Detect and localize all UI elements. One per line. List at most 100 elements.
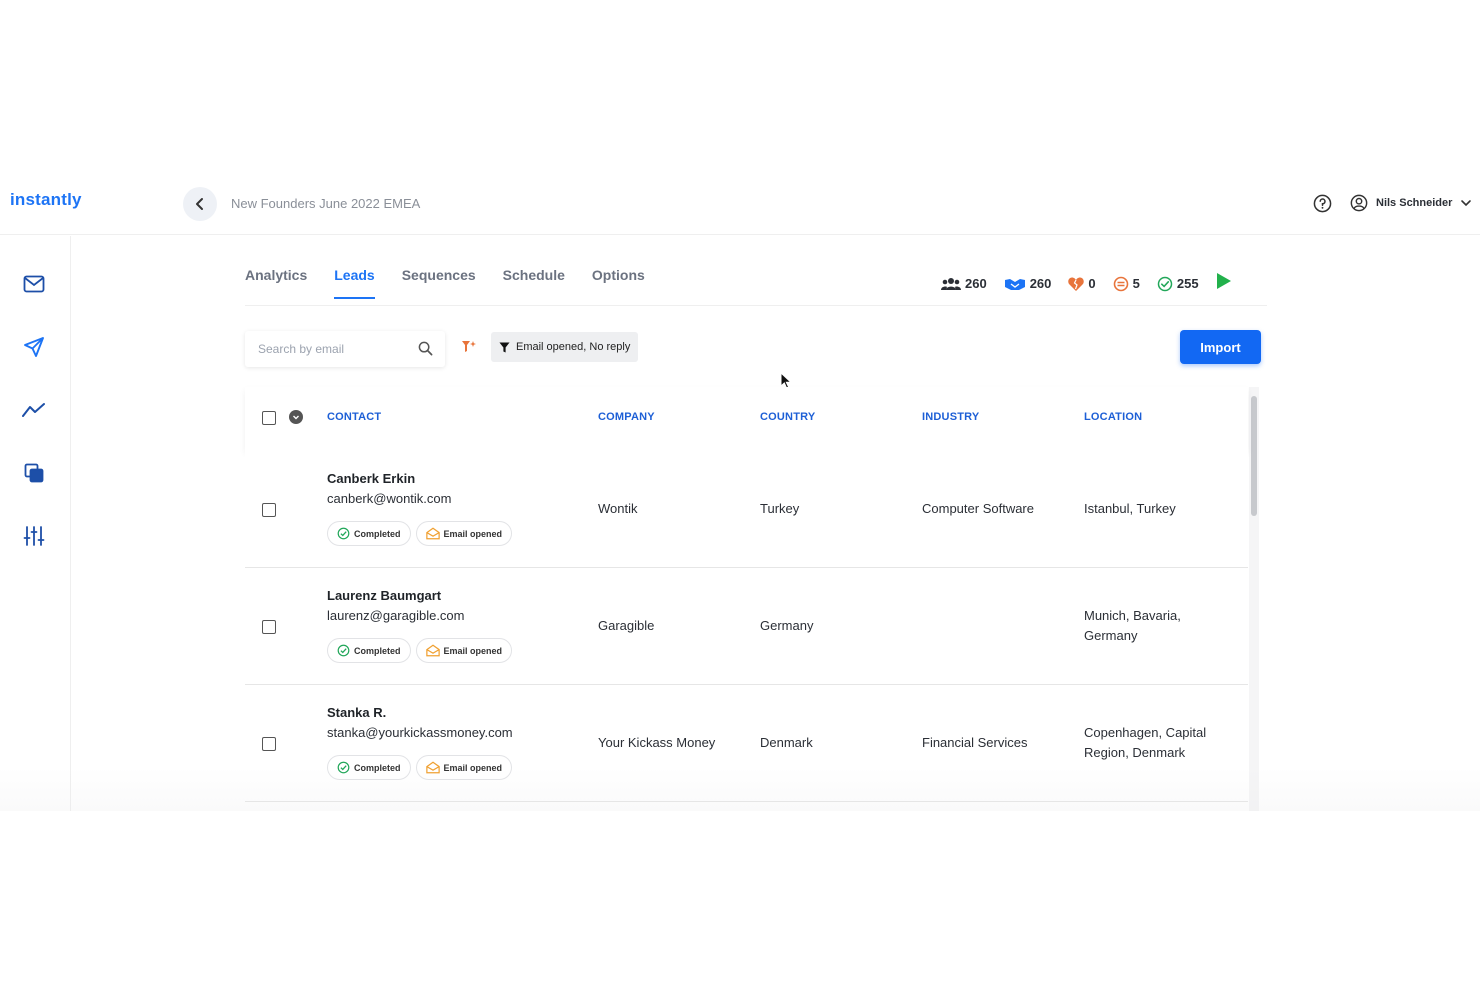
filter-label: Email opened, No reply xyxy=(516,341,631,353)
table-header: CONTACT COMPANY COUNTRY INDUSTRY LOCATIO… xyxy=(245,387,1248,451)
user-name: Nils Schneider xyxy=(1376,197,1453,209)
status-badge-completed: Completed xyxy=(327,638,411,663)
table-scrollbar-thumb[interactable] xyxy=(1251,396,1257,516)
check-circle-icon xyxy=(1157,276,1173,291)
import-button[interactable]: Import xyxy=(1180,330,1261,364)
users-icon xyxy=(941,277,961,290)
lead-industry: Computer Software xyxy=(922,501,1034,516)
tab-options[interactable]: Options xyxy=(592,267,645,299)
lead-email: laurenz@garagible.com xyxy=(327,608,465,623)
tab-schedule[interactable]: Schedule xyxy=(503,267,565,299)
tab-sequences[interactable]: Sequences xyxy=(402,267,476,299)
envelope-open-icon xyxy=(425,761,440,774)
row-checkbox[interactable] xyxy=(262,503,276,517)
screen: instantly New Founders June 2022 EMEA Ni… xyxy=(0,0,1480,987)
status-badge-email-opened: Email opened xyxy=(415,755,513,780)
column-header-industry[interactable]: INDUSTRY xyxy=(922,411,979,423)
column-header-company[interactable]: COMPANY xyxy=(598,411,655,423)
search-input[interactable] xyxy=(258,342,408,356)
tab-analytics[interactable]: Analytics xyxy=(245,267,307,299)
lead-country: Denmark xyxy=(760,735,813,750)
top-bar: instantly New Founders June 2022 EMEA Ni… xyxy=(0,168,1480,235)
lead-industry: Financial Services xyxy=(922,735,1028,750)
lead-name: Canberk Erkin xyxy=(327,471,416,486)
check-circle-icon xyxy=(337,644,350,657)
stat-unsubscribed: 0 xyxy=(1068,276,1096,291)
help-icon[interactable] xyxy=(1313,194,1332,218)
filter-icon xyxy=(499,341,510,353)
handshake-icon xyxy=(1004,278,1025,290)
stat-contacted: 260 xyxy=(1004,276,1051,291)
lead-email: canberk@wontik.com xyxy=(327,491,452,506)
back-button[interactable] xyxy=(183,187,217,221)
sliders-icon xyxy=(23,526,45,546)
lead-location: Munich, Bavaria, Germany xyxy=(1084,608,1181,643)
sparkle-filter-icon xyxy=(462,341,476,352)
active-filter-chip[interactable]: Email opened, No reply xyxy=(491,332,639,362)
check-circle-icon xyxy=(337,761,350,774)
lead-company: Garagible xyxy=(598,618,655,633)
copy-icon xyxy=(24,463,44,483)
row-checkbox[interactable] xyxy=(262,737,276,751)
table-row[interactable]: Canberk Erkin canberk@wontik.com Complet… xyxy=(245,451,1248,568)
envelope-open-icon xyxy=(425,527,440,540)
lead-name: Laurenz Baumgart xyxy=(327,588,442,603)
status-badge-completed: Completed xyxy=(327,521,411,546)
status-badge-email-opened: Email opened xyxy=(415,638,513,663)
campaign-stats: 260 260 0 5 255 xyxy=(941,272,1232,295)
stat-bounced: 5 xyxy=(1113,276,1140,292)
table-row[interactable]: Laurenz Baumgart laurenz@garagible.com C… xyxy=(245,568,1248,685)
stat-completed: 255 xyxy=(1157,276,1199,292)
bounce-icon xyxy=(1113,276,1128,291)
play-icon xyxy=(1216,273,1231,289)
stat-leads: 260 xyxy=(941,276,987,291)
app-window: instantly New Founders June 2022 EMEA Ni… xyxy=(0,168,1480,811)
check-circle-icon xyxy=(337,527,350,540)
analytics-icon xyxy=(22,403,45,417)
leads-table: CONTACT COMPANY COUNTRY INDUSTRY LOCATIO… xyxy=(245,387,1248,802)
status-badge-email-opened: Email opened xyxy=(415,521,513,546)
lead-company: Wontik xyxy=(598,501,638,516)
send-icon xyxy=(24,337,44,357)
search-icon[interactable] xyxy=(418,341,433,356)
lead-status-badges: Completed Email opened xyxy=(327,755,513,780)
status-badge-completed: Completed xyxy=(327,755,411,780)
lead-country: Turkey xyxy=(760,501,800,516)
sidebar-item-settings[interactable] xyxy=(22,524,46,548)
campaign-tabs: Analytics Leads Sequences Schedule Optio… xyxy=(245,267,672,299)
search-box xyxy=(245,331,445,367)
lead-location: Copenhagen, Capital Region, Denmark xyxy=(1084,725,1207,760)
sidebar-item-templates[interactable] xyxy=(22,461,46,485)
column-header-location[interactable]: LOCATION xyxy=(1084,411,1142,423)
envelope-open-icon xyxy=(425,644,440,657)
mail-icon xyxy=(23,275,45,293)
sidebar-item-analytics[interactable] xyxy=(22,398,46,422)
bulk-actions-toggle[interactable] xyxy=(289,410,303,424)
ai-filter-button[interactable] xyxy=(461,339,477,360)
app-logo[interactable]: instantly xyxy=(10,190,82,210)
broken-heart-icon xyxy=(1068,277,1085,291)
lead-country: Germany xyxy=(760,618,814,633)
user-menu[interactable]: Nils Schneider xyxy=(1350,194,1472,212)
select-all-checkbox[interactable] xyxy=(262,411,276,425)
column-header-country[interactable]: COUNTRY xyxy=(760,411,815,423)
user-avatar-icon xyxy=(1350,194,1368,212)
lead-status-badges: Completed Email opened xyxy=(327,638,513,663)
lead-company: Your Kickass Money xyxy=(598,735,716,750)
lead-name: Stanka R. xyxy=(327,705,387,720)
sidebar xyxy=(0,236,71,811)
breadcrumb: New Founders June 2022 EMEA xyxy=(231,196,421,211)
chevron-down-icon xyxy=(293,415,299,420)
start-campaign-button[interactable] xyxy=(1216,272,1232,295)
row-checkbox[interactable] xyxy=(262,620,276,634)
sidebar-item-mail[interactable] xyxy=(22,272,46,296)
tab-leads[interactable]: Leads xyxy=(334,267,375,299)
lead-email: stanka@yourkickassmoney.com xyxy=(327,725,513,740)
table-row[interactable]: Stanka R. stanka@yourkickassmoney.com Co… xyxy=(245,685,1248,802)
lead-location: Istanbul, Turkey xyxy=(1084,501,1176,516)
chevron-down-icon xyxy=(1461,200,1472,207)
tabs-divider xyxy=(245,305,1267,306)
sidebar-item-campaigns[interactable] xyxy=(22,335,46,359)
chevron-left-icon xyxy=(196,198,203,210)
column-header-contact[interactable]: CONTACT xyxy=(327,411,381,423)
